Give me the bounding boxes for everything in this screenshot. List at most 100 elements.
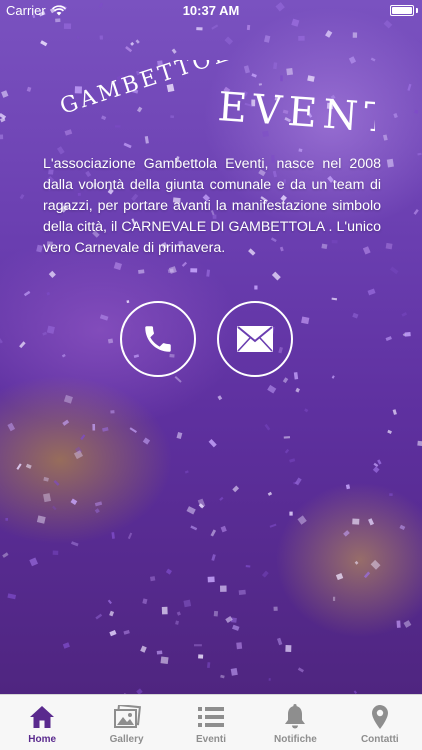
confetti-piece (46, 325, 55, 334)
confetti-piece (301, 316, 310, 325)
tab-contatti[interactable]: Contatti (338, 695, 422, 750)
confetti-piece (335, 572, 344, 581)
confetti-piece (377, 459, 382, 465)
confetti-piece (254, 285, 258, 290)
battery-icon (390, 5, 414, 16)
confetti-piece (211, 24, 219, 30)
confetti-piece (161, 606, 168, 615)
tab-label: Notifiche (274, 734, 317, 745)
confetti-piece (140, 645, 147, 653)
confetti-piece (220, 525, 227, 533)
confetti-piece (23, 290, 31, 297)
confetti-piece (113, 262, 123, 271)
confetti-piece (267, 491, 273, 496)
confetti-piece (36, 244, 43, 253)
confetti-piece (5, 518, 8, 521)
confetti-piece (130, 41, 135, 46)
list-icon (198, 703, 225, 731)
confetti-piece (129, 427, 137, 434)
battery-tip (416, 8, 418, 13)
confetti-piece (403, 620, 412, 628)
confetti-piece (208, 438, 217, 448)
confetti-piece (184, 470, 189, 474)
confetti-piece (213, 610, 219, 617)
confetti-piece (273, 606, 278, 611)
status-bar: Carrier 10:37 AM (0, 0, 422, 22)
confetti-piece (389, 266, 399, 275)
confetti-piece (268, 678, 271, 681)
confetti-piece (261, 570, 269, 578)
confetti-piece (123, 142, 132, 149)
confetti-piece (370, 559, 381, 570)
confetti-piece (19, 193, 25, 200)
confetti-piece (190, 525, 198, 531)
confetti-piece (123, 629, 130, 635)
confetti-piece (76, 36, 80, 39)
confetti-piece (282, 377, 289, 384)
confetti-piece (385, 242, 393, 250)
confetti-piece (298, 148, 303, 153)
confetti-piece (48, 270, 56, 278)
confetti-piece (7, 593, 17, 600)
confetti-piece (40, 40, 48, 47)
confetti-piece (211, 554, 216, 561)
confetti-piece (62, 642, 70, 649)
confetti-piece (197, 498, 206, 508)
confetti-piece (372, 466, 380, 474)
confetti-piece (107, 599, 112, 605)
confetti-piece (198, 654, 204, 659)
confetti-piece (194, 644, 202, 647)
tab-eventi[interactable]: Eventi (169, 695, 253, 750)
confetti-piece (26, 86, 32, 92)
home-icon (29, 703, 55, 731)
confetti-piece (297, 667, 304, 673)
confetti-piece (175, 620, 180, 625)
confetti-piece (63, 394, 73, 404)
confetti-piece (62, 419, 70, 426)
confetti-piece (385, 336, 392, 342)
confetti-piece (102, 427, 109, 432)
confetti-piece (0, 113, 7, 120)
confetti-piece (70, 498, 78, 505)
confetti-piece (61, 353, 66, 358)
intro-paragraph: L'associazione Gambettola Eventi, nasce … (43, 156, 381, 256)
logo-line-2: EVENTI (216, 84, 375, 140)
confetti-piece (399, 524, 406, 531)
confetti-piece (217, 395, 223, 401)
tab-label: Eventi (196, 734, 227, 745)
tab-home[interactable]: Home (0, 695, 84, 750)
confetti-piece (160, 656, 169, 665)
confetti-piece (16, 463, 22, 470)
confetti-piece (52, 505, 57, 511)
confetti-piece (174, 376, 182, 383)
clock-time: 10:37 AM (182, 3, 240, 18)
confetti-piece (7, 422, 16, 432)
confetti-piece (289, 458, 296, 463)
confetti-piece (42, 331, 47, 336)
tab-label: Gallery (109, 734, 144, 745)
tab-label: Contatti (360, 734, 399, 745)
confetti-piece (181, 261, 188, 267)
email-button[interactable] (217, 301, 293, 377)
confetti-piece (36, 515, 46, 524)
phone-icon (145, 326, 171, 352)
confetti-piece (283, 436, 291, 439)
confetti-piece (276, 637, 283, 646)
confetti-piece (224, 36, 234, 45)
confetti-piece (392, 409, 397, 415)
bottom-tab-bar: Home Gallery Eventi Notifiche Contatti (0, 694, 422, 750)
confetti-piece (387, 429, 392, 434)
confetti-piece (99, 314, 109, 321)
tab-label: Home (28, 734, 57, 745)
confetti-piece (71, 541, 79, 547)
tab-notifiche[interactable]: Notifiche (253, 695, 337, 750)
confetti-piece (246, 24, 251, 31)
confetti-piece (176, 611, 181, 616)
confetti-piece (352, 32, 358, 38)
confetti-piece (127, 532, 133, 540)
call-button[interactable] (120, 301, 196, 377)
tab-gallery[interactable]: Gallery (84, 695, 168, 750)
confetti-piece (386, 158, 394, 168)
confetti-piece (19, 341, 26, 349)
confetti-piece (230, 668, 238, 676)
